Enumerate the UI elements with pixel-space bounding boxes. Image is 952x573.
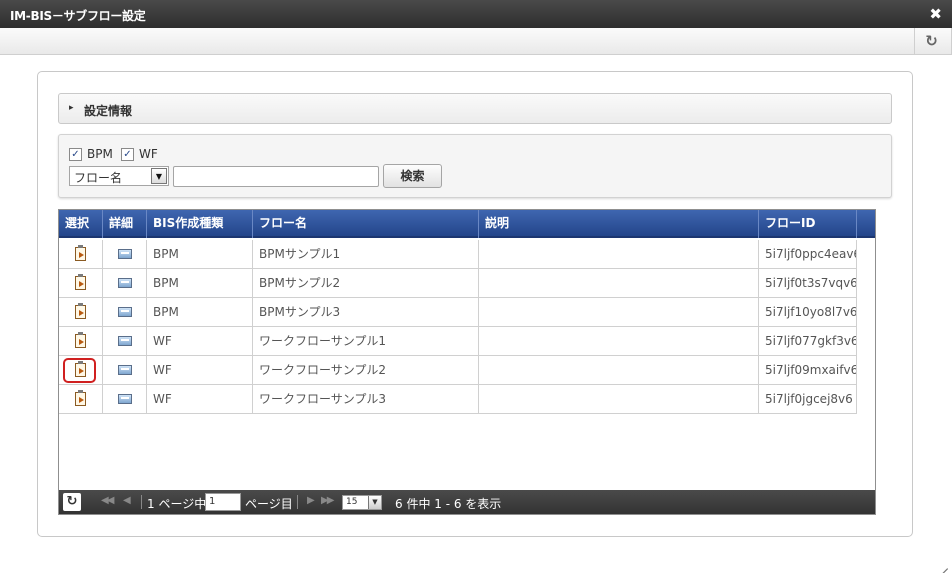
- select-cell: [59, 385, 103, 414]
- result-summary: 6 件中 1 - 6 を表示: [395, 497, 502, 511]
- type-cell: WF: [147, 356, 253, 385]
- flow-name-cell: BPMサンプル3: [253, 298, 479, 327]
- pager-divider: [141, 495, 142, 509]
- table-row[interactable]: BPM BPMサンプル3 5i7ljf10yo8l7v6: [59, 298, 857, 327]
- page-prefix-label: 1 ページ中: [147, 497, 207, 511]
- select-cell: [59, 269, 103, 298]
- main-panel: ▸ 設定情報 ✓ BPM ✓ WF フロー名 ▼ 検索 選択 詳細 BIS作成種…: [37, 71, 913, 537]
- settings-section-toggle[interactable]: ▸ 設定情報: [58, 93, 892, 124]
- wf-checkbox[interactable]: ✓: [121, 148, 134, 161]
- page-number-input[interactable]: 1: [205, 493, 241, 511]
- detail-cell: [103, 356, 147, 385]
- flow-id-cell: 5i7ljf0jgcej8v6: [759, 385, 857, 414]
- flow-id-cell: 5i7ljf077gkf3v6: [759, 327, 857, 356]
- flow-name-cell: ワークフローサンプル2: [253, 356, 479, 385]
- chevron-down-icon[interactable]: ▼: [151, 168, 167, 184]
- pager-divider: [297, 495, 298, 509]
- close-icon[interactable]: ✖: [929, 5, 942, 23]
- table-row[interactable]: BPM BPMサンプル2 5i7ljf0t3s7vqv6: [59, 269, 857, 298]
- search-field-value: フロー名: [74, 171, 123, 185]
- flow-table: 選択 詳細 BIS作成種類 フロー名 説明 フローID BPM BPMサンプル1 5…: [58, 209, 876, 515]
- refresh-icon[interactable]: ↻: [63, 493, 81, 511]
- last-page-icon[interactable]: ▶▶: [321, 495, 334, 506]
- search-field-select[interactable]: フロー名 ▼: [69, 166, 169, 186]
- flow-name-cell: ワークフローサンプル1: [253, 327, 479, 356]
- selection-highlight: [63, 358, 96, 383]
- detail-cell: [103, 385, 147, 414]
- reload-icon[interactable]: ↻: [914, 28, 952, 54]
- detail-window-icon[interactable]: [117, 249, 132, 259]
- bpm-checkbox[interactable]: ✓: [69, 148, 82, 161]
- page-size-value: 15: [346, 497, 358, 507]
- flow-id-cell: 5i7ljf10yo8l7v6: [759, 298, 857, 327]
- dialog-toolbar: ↻: [0, 28, 952, 55]
- keyword-input[interactable]: [173, 166, 379, 187]
- type-cell: WF: [147, 327, 253, 356]
- chevron-down-icon[interactable]: ▼: [368, 496, 381, 509]
- description-cell: [479, 240, 759, 269]
- pagination-bar: ↻ ◀◀ ◀ 1 ページ中 1 ページ目 ▶ ▶▶ 15 ▼ 6 件中 1 - …: [59, 490, 875, 514]
- window-titlebar: IM-BIS－サブフロー設定 ✖: [0, 0, 952, 28]
- col-header-detail[interactable]: 詳細: [103, 210, 147, 238]
- detail-window-icon[interactable]: [117, 307, 132, 317]
- select-clipboard-icon[interactable]: [75, 274, 86, 290]
- search-form: ✓ BPM ✓ WF フロー名 ▼ 検索: [58, 134, 892, 198]
- detail-cell: [103, 327, 147, 356]
- description-cell: [479, 356, 759, 385]
- select-clipboard-icon[interactable]: [75, 245, 86, 261]
- type-cell: BPM: [147, 240, 253, 269]
- page-suffix-label: ページ目: [245, 497, 293, 511]
- detail-cell: [103, 269, 147, 298]
- col-header-select[interactable]: 選択: [59, 210, 103, 238]
- select-clipboard-icon[interactable]: [75, 332, 86, 348]
- select-cell: [59, 240, 103, 269]
- flow-name-cell: BPMサンプル2: [253, 269, 479, 298]
- table-row[interactable]: WF ワークフローサンプル1 5i7ljf077gkf3v6: [59, 327, 857, 356]
- wf-checkbox-label: WF: [139, 147, 158, 161]
- type-cell: BPM: [147, 298, 253, 327]
- detail-window-icon[interactable]: [117, 394, 132, 404]
- col-header-flow-id[interactable]: フローID: [759, 210, 857, 238]
- description-cell: [479, 385, 759, 414]
- detail-window-icon[interactable]: [117, 365, 132, 375]
- search-button[interactable]: 検索: [383, 164, 442, 188]
- description-cell: [479, 269, 759, 298]
- expand-arrow-icon: ▸: [69, 103, 74, 113]
- table-row[interactable]: BPM BPMサンプル1 5i7ljf0ppc4eav6: [59, 240, 857, 269]
- detail-window-icon[interactable]: [117, 278, 132, 288]
- col-header-description[interactable]: 説明: [479, 210, 759, 238]
- window-title: IM-BIS－サブフロー設定: [10, 9, 146, 23]
- type-cell: BPM: [147, 269, 253, 298]
- next-page-icon[interactable]: ▶: [307, 495, 315, 506]
- flow-id-cell: 5i7ljf0t3s7vqv6: [759, 269, 857, 298]
- prev-page-icon[interactable]: ◀: [123, 495, 131, 506]
- page-size-select[interactable]: 15 ▼: [342, 495, 382, 510]
- flow-id-cell: 5i7ljf09mxaifv6: [759, 356, 857, 385]
- col-header-flow-name[interactable]: フロー名: [253, 210, 479, 238]
- settings-section-label: 設定情報: [84, 104, 133, 118]
- description-cell: [479, 298, 759, 327]
- detail-window-icon[interactable]: [117, 336, 132, 346]
- description-cell: [479, 327, 759, 356]
- type-cell: WF: [147, 385, 253, 414]
- select-cell: [59, 298, 103, 327]
- first-page-icon[interactable]: ◀◀: [101, 495, 114, 506]
- detail-cell: [103, 240, 147, 269]
- select-cell: [59, 327, 103, 356]
- table-row[interactable]: WF ワークフローサンプル3 5i7ljf0jgcej8v6: [59, 385, 857, 414]
- detail-cell: [103, 298, 147, 327]
- flow-name-cell: BPMサンプル1: [253, 240, 479, 269]
- select-clipboard-icon[interactable]: [75, 303, 86, 319]
- flow-id-cell: 5i7ljf0ppc4eav6: [759, 240, 857, 269]
- col-header-type[interactable]: BIS作成種類: [147, 210, 253, 238]
- resize-handle-icon[interactable]: [936, 557, 948, 569]
- bpm-checkbox-label: BPM: [87, 147, 113, 161]
- select-cell: [59, 356, 103, 385]
- table-header: 選択 詳細 BIS作成種類 フロー名 説明 フローID: [59, 210, 875, 238]
- table-row[interactable]: WF ワークフローサンプル2 5i7ljf09mxaifv6: [59, 356, 857, 385]
- select-clipboard-icon[interactable]: [75, 390, 86, 406]
- flow-name-cell: ワークフローサンプル3: [253, 385, 479, 414]
